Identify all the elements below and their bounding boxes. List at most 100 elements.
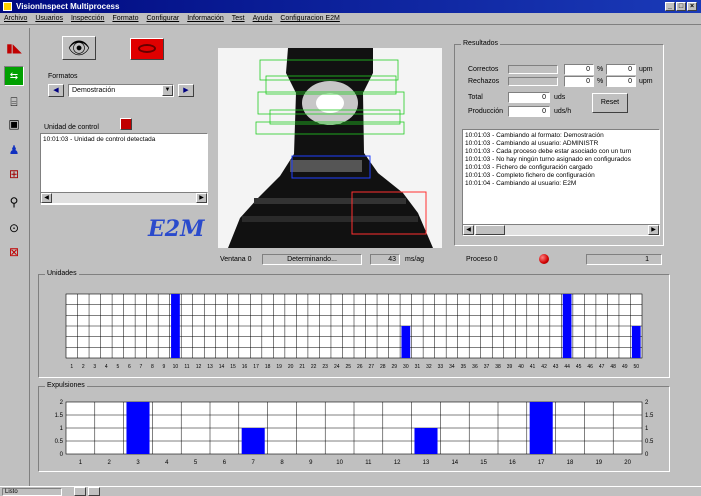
- tick-label: 7: [139, 364, 142, 370]
- tick-label: 15: [480, 460, 487, 466]
- y-tick-label: 1: [645, 426, 649, 432]
- tick-label: 30: [403, 364, 409, 370]
- unidad-control-label: Unidad de control: [44, 124, 99, 131]
- tick-label: 49: [622, 364, 628, 370]
- menu-configuracion-e2m[interactable]: Configuracion E2M: [280, 13, 340, 24]
- stop-icon[interactable]: ▮◣: [4, 38, 24, 58]
- format-select[interactable]: Demostración ▼: [68, 84, 174, 97]
- eye-icon[interactable]: 👁: [62, 36, 96, 60]
- run-icon[interactable]: ⇆: [4, 66, 24, 86]
- menu-configurar[interactable]: Configurar: [147, 13, 180, 24]
- tick-label: 20: [288, 364, 294, 370]
- close-button[interactable]: ×: [687, 2, 697, 11]
- scroll-right-icon[interactable]: ▶: [648, 225, 659, 235]
- scroll-right-icon[interactable]: ▶: [196, 193, 207, 203]
- tick-label: 22: [311, 364, 317, 370]
- resultados-panel: Correctos 0 % 0 upm Rechazos 0 % 0 upm T…: [460, 57, 660, 123]
- tick-label: 12: [196, 364, 202, 370]
- correctos-label: Correctos: [468, 66, 499, 73]
- bar: [126, 402, 150, 454]
- minimize-button[interactable]: _: [665, 2, 675, 11]
- tick-label: 2: [82, 364, 85, 370]
- maximize-button[interactable]: □: [676, 2, 686, 11]
- menu-archivo[interactable]: Archivo: [4, 13, 27, 24]
- horizontal-scrollbar[interactable]: ◀ ▶: [40, 192, 208, 204]
- pct-sign: %: [597, 78, 604, 85]
- scroll-left-icon[interactable]: ◀: [463, 225, 474, 235]
- event-log-scrollbar[interactable]: ◀ ▶: [462, 224, 660, 236]
- tick-label: 1: [70, 364, 73, 370]
- ventana-label: Ventana 0: [220, 256, 252, 263]
- menu-formato[interactable]: Formato: [112, 13, 138, 24]
- rechazos-label: Rechazos: [468, 78, 500, 85]
- tick-label: 32: [426, 364, 432, 370]
- y-tick-label: 0.5: [645, 439, 654, 445]
- ventana-num: 43: [370, 254, 400, 265]
- pct-sign: %: [597, 66, 604, 73]
- y-tick-label: 2: [60, 400, 64, 406]
- live-stop-button[interactable]: [130, 38, 164, 60]
- link-icon[interactable]: ⊙: [4, 218, 24, 238]
- tick-label: 31: [415, 364, 421, 370]
- menu-informacion[interactable]: Información: [187, 13, 224, 24]
- tick-label: 47: [599, 364, 605, 370]
- left-toolbar: ▮◣ ⇆ ⌸ ▣ ♟ ⊞ ⚲ ⊙ ⊠: [0, 28, 30, 486]
- prev-format-button[interactable]: ◀: [48, 84, 64, 97]
- users-icon[interactable]: ♟: [4, 140, 24, 160]
- ventana-status: Determinando...: [262, 254, 362, 265]
- menu-bar: Archivo Usuarios Inspección Formato Conf…: [0, 13, 701, 25]
- tick-label: 19: [276, 364, 282, 370]
- trash-icon[interactable]: ⊠: [4, 242, 24, 262]
- status-led-icon: [539, 254, 549, 264]
- udsh-unit: uds/h: [554, 108, 572, 115]
- menu-usuarios[interactable]: Usuarios: [35, 13, 63, 24]
- tick-label: 15: [230, 364, 236, 370]
- tick-label: 16: [242, 364, 248, 370]
- y-tick-label: 0: [60, 452, 64, 458]
- y-tick-label: 2: [645, 400, 649, 406]
- tick-label: 45: [576, 364, 582, 370]
- tick-label: 23: [322, 364, 328, 370]
- tick-label: 39: [507, 364, 513, 370]
- tick-label: 33: [438, 364, 444, 370]
- tick-label: 35: [461, 364, 467, 370]
- produccion-value: 0: [508, 106, 550, 117]
- config-icon[interactable]: ⊞: [4, 164, 24, 184]
- camera-icon[interactable]: ⌸: [4, 92, 24, 112]
- status-button[interactable]: [88, 487, 100, 496]
- search-icon[interactable]: ⚲: [4, 192, 24, 212]
- unidades-chart: 1 2 3 4 5 6 7 8 9 10 11 12 13 14 15 16 17 18 19 20 21 22 23 24 2…: [65, 293, 643, 370]
- tick-label: 1: [79, 460, 83, 466]
- scroll-thumb[interactable]: [475, 225, 505, 235]
- menu-inspeccion[interactable]: Inspección: [71, 13, 104, 24]
- tick-label: 5: [194, 460, 198, 466]
- tick-label: 11: [184, 364, 189, 370]
- tick-label: 4: [165, 460, 169, 466]
- menu-ayuda[interactable]: Ayuda: [253, 13, 273, 24]
- total-label: Total: [468, 94, 483, 101]
- status-text: Listo: [2, 488, 62, 496]
- correctos-upm: 0: [606, 64, 636, 75]
- chevron-down-icon[interactable]: ▼: [162, 85, 173, 96]
- format-select-value: Demostración: [72, 87, 116, 94]
- next-format-button[interactable]: ▶: [178, 84, 194, 97]
- rechazos-pct: 0: [564, 76, 594, 87]
- tick-label: 24: [334, 364, 340, 370]
- rechazos-bar: [508, 77, 558, 86]
- tick-label: 34: [449, 364, 455, 370]
- reset-button[interactable]: Reset: [592, 93, 628, 113]
- tick-label: 19: [595, 460, 602, 466]
- scroll-left-icon[interactable]: ◀: [41, 193, 52, 203]
- layout-icon[interactable]: ▣: [4, 114, 24, 134]
- y-tick-label: 0: [645, 452, 649, 458]
- bar: [562, 294, 572, 358]
- tick-label: 3: [93, 364, 96, 370]
- menu-test[interactable]: Test: [232, 13, 245, 24]
- tick-label: 7: [252, 460, 256, 466]
- resultados-label: Resultados: [461, 40, 501, 47]
- control-unit-icon[interactable]: [120, 118, 132, 130]
- status-button[interactable]: [74, 487, 86, 496]
- tick-label: 18: [567, 460, 574, 466]
- log-line: 10:01:03 - Unidad de control detectada: [43, 136, 156, 143]
- camera-view: [218, 48, 442, 248]
